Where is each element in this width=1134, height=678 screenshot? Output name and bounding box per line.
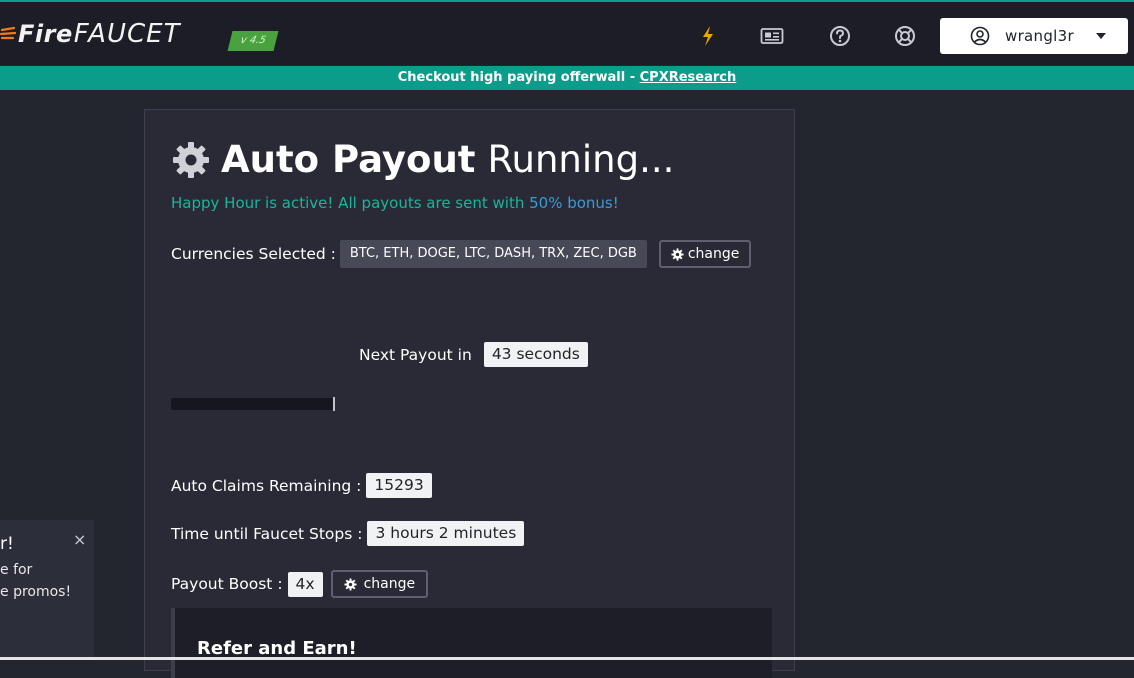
- faucet-time-row: Time until Faucet Stops : 3 hours 2 minu…: [171, 521, 525, 546]
- navbar: Fire FAUCET v 4.5 wrangl3r: [0, 2, 1134, 65]
- title-bold: Auto Payout: [221, 138, 476, 181]
- popup-title: r!: [0, 534, 14, 554]
- chevron-down-icon: [1095, 33, 1106, 39]
- claims-label: Auto Claims Remaining :: [171, 476, 362, 495]
- support-icon[interactable]: [892, 23, 918, 49]
- faucet-time-value: 3 hours 2 minutes: [367, 521, 525, 546]
- flame-icon: [0, 26, 16, 40]
- next-payout-label: Next Payout in: [359, 345, 472, 364]
- currencies-row: Currencies Selected : BTC, ETH, DOGE, LT…: [171, 240, 752, 268]
- faucet-time-label: Time until Faucet Stops :: [171, 524, 363, 543]
- payout-boost-label: Payout Boost :: [171, 575, 283, 593]
- user-icon: [970, 26, 990, 46]
- newspaper-icon[interactable]: [759, 23, 785, 49]
- payout-progress-bar: [171, 398, 333, 410]
- lightning-icon[interactable]: [695, 23, 721, 49]
- change-boost-button[interactable]: change: [330, 570, 429, 598]
- cpxresearch-link[interactable]: CPXResearch: [640, 70, 737, 85]
- title-status: Running...: [487, 138, 675, 181]
- next-payout-row: Next Payout in 43 seconds: [359, 342, 588, 367]
- banner-text: Checkout high paying offerwall -: [397, 70, 640, 85]
- claims-row: Auto Claims Remaining : 15293: [171, 473, 432, 498]
- gear-icon: [173, 141, 209, 178]
- gear-icon: [344, 577, 357, 591]
- popup-line-1: e for: [0, 562, 33, 578]
- next-payout-countdown: 43 seconds: [483, 342, 588, 367]
- logo-faucet-text: FAUCET: [73, 19, 181, 49]
- happy-hour-bonus: 50% bonus!: [529, 194, 619, 212]
- username: wrangl3r: [1005, 27, 1074, 45]
- user-menu-button[interactable]: wrangl3r: [940, 18, 1128, 54]
- refer-section: Refer and Earn!: [171, 608, 772, 678]
- happy-hour-text: Happy Hour is active! All payouts are se…: [171, 194, 530, 212]
- page-title: Auto Payout Running...: [171, 138, 674, 181]
- version-badge: v 4.5: [227, 31, 279, 51]
- logo[interactable]: Fire FAUCET: [0, 19, 180, 49]
- promo-popup: r! × e for e promos!: [0, 520, 94, 660]
- progress-indicator: [333, 397, 335, 411]
- change-label: change: [687, 246, 740, 262]
- currencies-value: BTC, ETH, DOGE, LTC, DASH, TRX, ZEC, DGB: [339, 240, 647, 268]
- refer-title: Refer and Earn!: [197, 638, 357, 659]
- currencies-label: Currencies Selected :: [171, 245, 336, 263]
- popup-line-2: e promos!: [0, 584, 72, 600]
- auto-payout-card: Auto Payout Running... Happy Hour is act…: [144, 109, 795, 678]
- payout-boost-value: 4x: [287, 571, 323, 597]
- announcement-banner: Checkout high paying offerwall - CPXRese…: [0, 66, 1134, 90]
- gear-icon: [671, 247, 684, 261]
- claims-value: 15293: [366, 473, 432, 498]
- help-icon[interactable]: [827, 23, 853, 49]
- logo-fire-text: Fire: [18, 20, 73, 48]
- close-icon[interactable]: ×: [73, 530, 86, 549]
- boost-change-label: change: [363, 576, 416, 592]
- payout-boost-row: Payout Boost : 4x change: [171, 570, 429, 598]
- change-currencies-button[interactable]: change: [658, 240, 752, 268]
- happy-hour-notice: Happy Hour is active! All payouts are se…: [171, 194, 619, 212]
